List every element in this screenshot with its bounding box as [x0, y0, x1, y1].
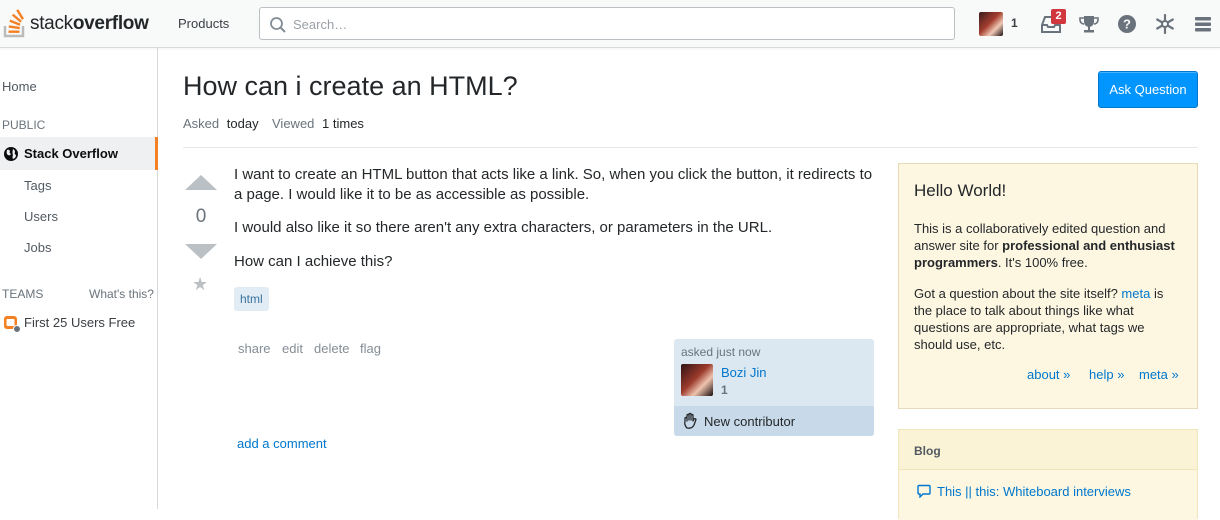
search-input[interactable]	[291, 14, 931, 34]
hello-world-notice: Hello World! This is a collaboratively e…	[898, 163, 1198, 409]
search-icon	[270, 17, 286, 33]
tag-html[interactable]: html	[234, 287, 269, 311]
help-link[interactable]: help »	[1089, 367, 1124, 382]
nav-jobs[interactable]: Jobs	[24, 240, 51, 255]
star-icon[interactable]: ★	[192, 275, 208, 293]
blog-header: Blog	[899, 430, 1197, 470]
asked-value: today	[226, 116, 259, 131]
nav-section-teams: TEAMS	[2, 287, 44, 301]
edit-link[interactable]: edit	[282, 341, 303, 356]
viewed-label: Viewed	[272, 116, 315, 131]
nav-stack-overflow-label: Stack Overflow	[24, 146, 118, 161]
hello-description: This is a collaboratively edited questio…	[914, 220, 1184, 271]
body-paragraph: I want to create an HTML button that act…	[234, 166, 873, 203]
asked-label: Asked	[183, 116, 220, 131]
site-logo[interactable]: stackoverflow	[3, 9, 149, 39]
hello-title: Hello World!	[914, 181, 1007, 200]
viewed-info: Viewed 1 times	[272, 116, 364, 131]
user-card: asked just now Bozi Jin 1 New contributo…	[674, 339, 874, 436]
downvote-button[interactable]	[185, 244, 217, 259]
vote-count: 0	[195, 206, 207, 227]
user-avatar[interactable]	[979, 12, 1003, 36]
logo-wordmark: stackoverflow	[30, 13, 149, 35]
upvote-button[interactable]	[185, 175, 217, 190]
hello-text: Got a question about the site itself?	[914, 286, 1122, 301]
inbox-badge: 2	[1051, 9, 1066, 24]
svg-text:?: ?	[1123, 17, 1131, 32]
blog-title: Blog	[914, 444, 941, 458]
nav-stack-overflow[interactable]: Stack Overflow	[0, 137, 158, 170]
blog-item-link[interactable]: This || this: Whiteboard interviews	[937, 484, 1131, 499]
question-title[interactable]: How can i create an HTML?	[183, 71, 518, 102]
speech-bubble-icon	[917, 484, 931, 498]
body-paragraph: How can I achieve this?	[234, 253, 393, 270]
ask-question-button[interactable]: Ask Question	[1098, 71, 1198, 108]
top-bar: stackoverflow Products 1 2 ?	[0, 0, 1220, 48]
nav-tags[interactable]: Tags	[24, 178, 51, 193]
body-paragraph: I would also like it so there aren't any…	[234, 219, 773, 236]
left-sidebar: Home PUBLIC Stack Overflow Tags Users Jo…	[0, 48, 158, 509]
asked-time: asked just now	[681, 345, 761, 359]
hello-text: . It's 100% free.	[997, 255, 1088, 270]
stack-exchange-icon[interactable]	[1153, 12, 1177, 36]
teams-whats-this-link[interactable]: What's this?	[89, 287, 154, 301]
about-link[interactable]: about »	[1027, 367, 1070, 382]
header-divider	[183, 147, 1198, 148]
meta-inline-link[interactable]: meta	[1121, 286, 1150, 301]
nav-section-public: PUBLIC	[2, 118, 46, 132]
nav-home[interactable]: Home	[2, 79, 37, 94]
new-contributor-label: New contributor	[704, 414, 796, 429]
asked-info: Asked today	[183, 116, 259, 131]
logo-text-bold: overflow	[72, 13, 149, 34]
nav-users[interactable]: Users	[24, 209, 58, 224]
meta-link[interactable]: meta »	[1139, 367, 1179, 382]
menu-icon[interactable]	[1191, 12, 1215, 36]
stack-overflow-logo-icon	[3, 9, 25, 38]
blog-widget: Blog This || this: Whiteboard interviews	[898, 429, 1198, 520]
trophy-icon[interactable]	[1077, 12, 1101, 36]
owner-name-link[interactable]: Bozi Jin	[721, 365, 767, 380]
flag-link[interactable]: flag	[360, 341, 381, 356]
products-menu[interactable]: Products	[178, 16, 229, 31]
team-icon	[4, 316, 21, 333]
hello-meta-description: Got a question about the site itself? me…	[914, 285, 1184, 353]
owner-reputation: 1	[721, 383, 728, 397]
help-icon[interactable]: ?	[1115, 12, 1139, 36]
add-comment-link[interactable]: add a comment	[237, 436, 327, 451]
logo-text-plain: stack	[30, 13, 73, 34]
owner-avatar[interactable]	[681, 364, 713, 396]
blog-item[interactable]: This || this: Whiteboard interviews	[899, 470, 1197, 520]
nav-first-25-users-free[interactable]: First 25 Users Free	[24, 315, 135, 330]
new-contributor-indicator[interactable]: New contributor	[674, 406, 874, 436]
delete-link[interactable]: delete	[314, 341, 349, 356]
hand-wave-icon	[684, 412, 697, 429]
viewed-value: 1 times	[322, 116, 364, 131]
search-box[interactable]	[259, 7, 955, 40]
user-reputation: 1	[1011, 16, 1018, 30]
globe-icon	[4, 147, 18, 161]
share-link[interactable]: share	[238, 341, 271, 356]
